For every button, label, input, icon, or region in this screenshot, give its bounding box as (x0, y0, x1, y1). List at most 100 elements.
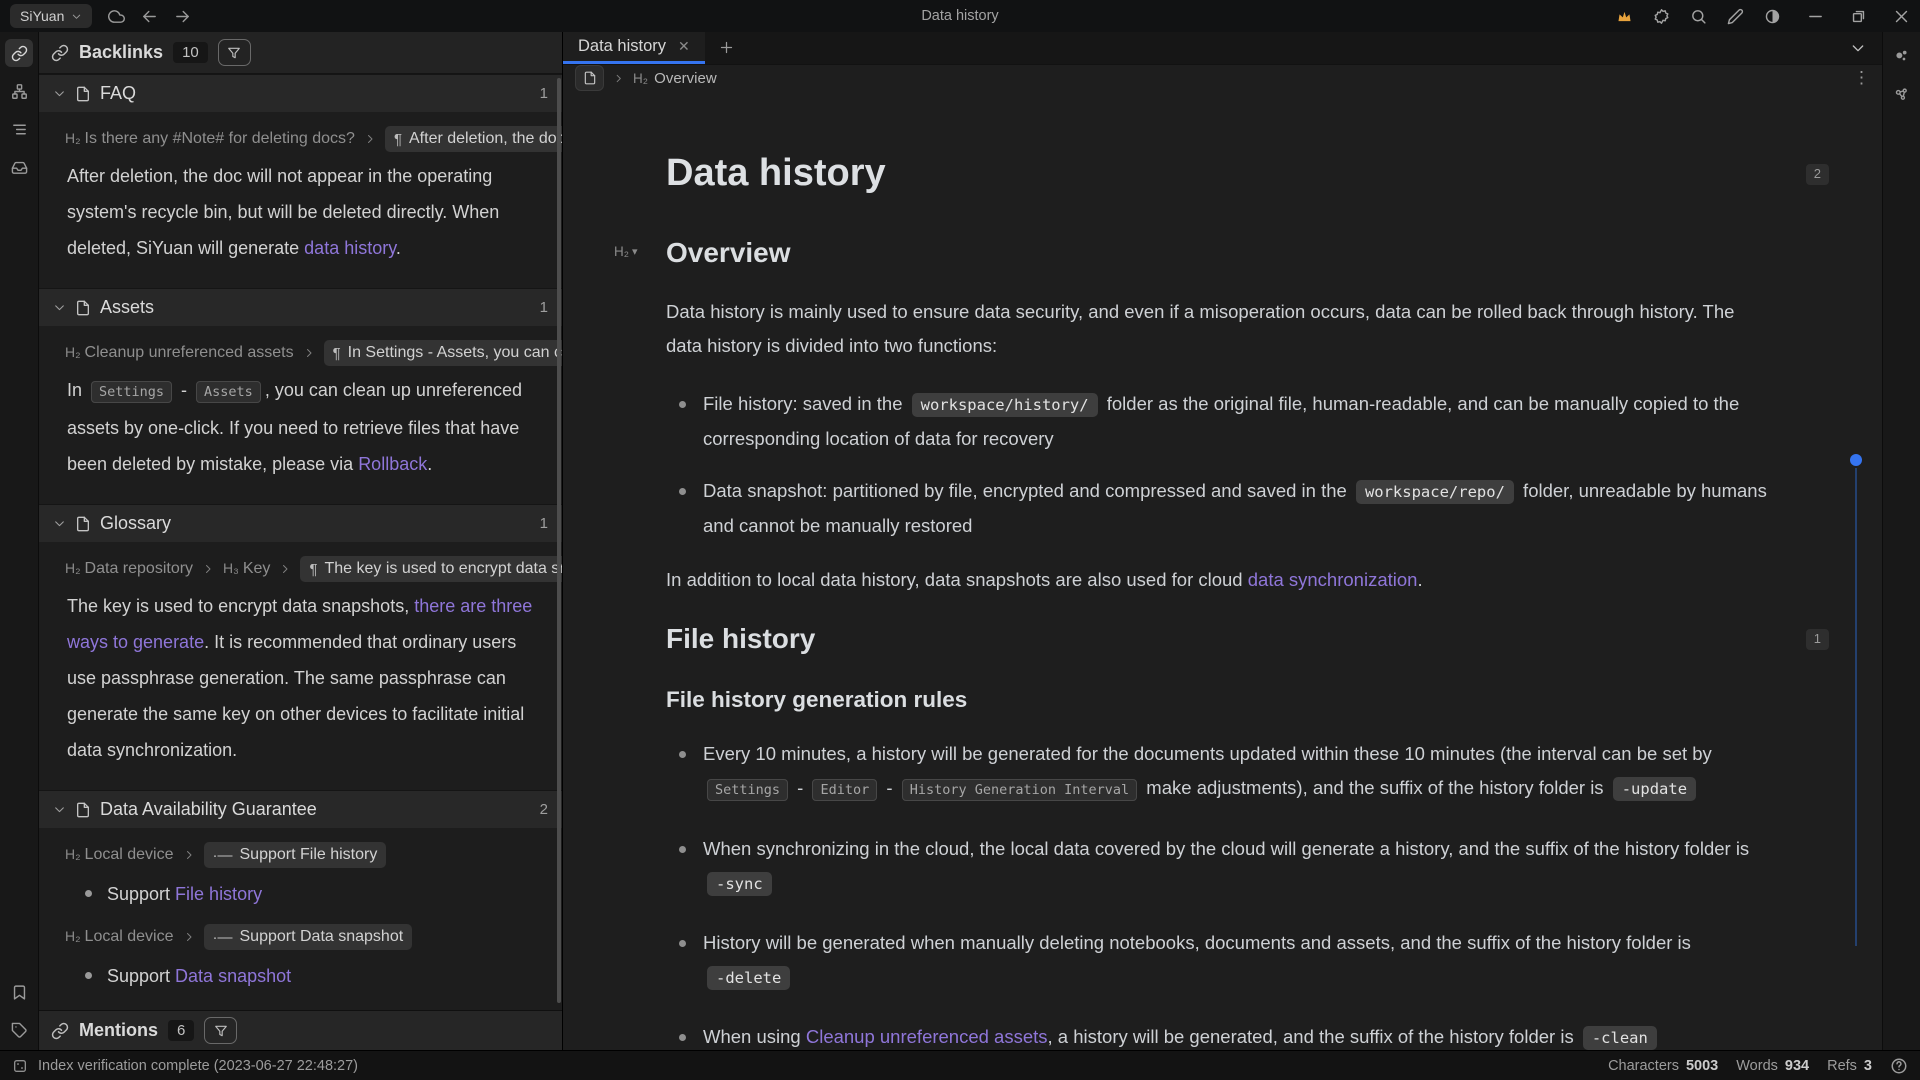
backlink-count-badge[interactable]: 1 (1806, 629, 1829, 650)
breadcrumb-chip[interactable]: ¶The key is used to encrypt data sna (300, 556, 562, 582)
backlink-breadcrumb[interactable]: H₂Cleanup unreferenced assets ¶In Setting… (39, 340, 562, 366)
file-icon (75, 86, 91, 102)
breadcrumb-heading[interactable]: H₂Data repository (65, 560, 193, 578)
backlink-paragraph[interactable]: In Settings - Assets, you can clean up u… (39, 372, 562, 482)
chevron-down-icon[interactable] (53, 803, 66, 816)
app-menu-button[interactable]: SiYuan (10, 4, 92, 28)
tab-close-icon[interactable]: ✕ (678, 38, 690, 55)
backlink-section-header[interactable]: Data Availability Guarantee2 (39, 790, 562, 828)
doc-content: Data history2 H₂▾Overview Data history is … (666, 152, 1771, 1050)
filter-button[interactable] (218, 39, 251, 66)
breadcrumb-chip[interactable]: ·—Support Data snapshot (204, 924, 413, 950)
dock-outline[interactable] (5, 115, 33, 143)
index-status-icon (12, 1058, 28, 1074)
backlink-breadcrumb[interactable]: H₂Local device ·—Support File history (39, 842, 562, 868)
backlink-breadcrumb[interactable]: H₂Is there any #Note# for deleting docs?… (39, 126, 562, 152)
doc-list-item[interactable]: Every 10 minutes, a history will be gene… (666, 737, 1771, 807)
scroll-indicator[interactable] (1850, 454, 1862, 946)
backlink-breadcrumb[interactable]: H₂Local device ·—Support Data snapshot (39, 924, 562, 950)
mentions-count: 6 (168, 1020, 194, 1041)
backlink-section-header[interactable]: FAQ1 (39, 74, 562, 112)
breadcrumb-heading[interactable]: H₃Key (223, 560, 270, 578)
ref-link[interactable]: Cleanup unreferenced assets (806, 1026, 1048, 1047)
breadcrumb-chip[interactable]: ¶In Settings - Assets, you can clea (324, 340, 562, 366)
doc-list-item[interactable]: File history: saved in the workspace/his… (666, 387, 1771, 456)
breadcrumb-heading[interactable]: H₂Is there any #Note# for deleting docs? (65, 130, 355, 148)
chevron-down-icon (1850, 40, 1866, 56)
ref-link[interactable]: there are three ways to generate (67, 596, 532, 652)
forward-icon[interactable] (174, 8, 191, 25)
backlink-paragraph[interactable]: The key is used to encrypt data snapshot… (39, 588, 562, 768)
backlink-paragraph[interactable]: After deletion, the doc will not appear … (39, 158, 562, 266)
dock-graph[interactable] (5, 77, 33, 105)
dock-graph-cluster[interactable] (1888, 80, 1916, 108)
kbd-chip: Editor (812, 779, 877, 801)
doc-heading[interactable]: Data history2 (666, 152, 1771, 195)
left-dock (0, 32, 39, 1050)
ref-link[interactable]: Rollback (358, 454, 427, 474)
more-icon[interactable]: ⋮ (1853, 68, 1870, 88)
doc-heading[interactable]: H₂▾Overview (666, 237, 1771, 269)
mentions-filter-button[interactable] (204, 1017, 237, 1044)
appearance-icon[interactable] (1764, 8, 1781, 25)
bullet-icon (85, 972, 92, 979)
list-item-icon: ·— (213, 847, 233, 864)
breadcrumb-heading[interactable]: H₂Local device (65, 928, 174, 946)
doc-paragraph[interactable]: Data history is mainly used to ensure da… (666, 295, 1771, 363)
backlink-list-item[interactable]: Support File history (39, 878, 562, 910)
dock-tag[interactable] (5, 1016, 33, 1044)
close-icon[interactable] (1893, 8, 1910, 25)
ref-link[interactable]: data history (304, 238, 396, 258)
marketplace-icon[interactable] (1653, 8, 1670, 25)
dock-inbox[interactable] (5, 153, 33, 181)
chevron-down-icon[interactable] (53, 517, 66, 530)
doc-list-item[interactable]: History will be generated when manually … (666, 926, 1771, 995)
help-icon[interactable] (1890, 1057, 1908, 1075)
mentions-bar[interactable]: Mentions 6 (39, 1010, 562, 1050)
cloud-sync-icon[interactable] (108, 8, 125, 25)
doc-list-item[interactable]: When synchronizing in the cloud, the loc… (666, 832, 1771, 901)
breadcrumb-heading[interactable]: H₂Cleanup unreferenced assets (65, 344, 294, 362)
doc-paragraph[interactable]: In addition to local data history, data … (666, 563, 1771, 597)
list-item-icon: ·— (213, 929, 233, 946)
backlinks-icon (51, 44, 69, 62)
chevron-down-icon[interactable] (53, 87, 66, 100)
editor[interactable]: Data history2 H₂▾Overview Data history is … (563, 92, 1882, 1050)
breadcrumb-heading[interactable]: H₂Local device (65, 846, 174, 864)
backlink-section-header[interactable]: Glossary1 (39, 504, 562, 542)
minimize-icon[interactable] (1807, 8, 1824, 25)
backlink-list-item[interactable]: Support Data snapshot (39, 960, 562, 992)
dock-backlink-dots[interactable] (1888, 42, 1916, 70)
breadcrumb-chip[interactable]: ¶After deletion, the doc (385, 126, 562, 152)
doc-list-item[interactable]: Data snapshot: partitioned by file, encr… (666, 474, 1771, 543)
backlink-section-header[interactable]: Assets1 (39, 288, 562, 326)
breadcrumb-chip[interactable]: ·—Support File history (204, 842, 387, 868)
doc-list-item[interactable]: When using Cleanup unreferenced assets, … (666, 1020, 1771, 1050)
doc-heading[interactable]: File history1 (666, 623, 1771, 655)
edit-mode-icon[interactable] (1727, 8, 1744, 25)
chevron-right-icon (183, 849, 195, 861)
panel-scrollbar[interactable] (557, 78, 561, 1003)
chevron-down-icon[interactable] (53, 301, 66, 314)
backlinks-icon (11, 45, 28, 62)
ref-link[interactable]: File history (175, 884, 262, 904)
search-icon[interactable] (1690, 8, 1707, 25)
ref-link[interactable]: Data snapshot (175, 966, 291, 986)
backlink-count-badge[interactable]: 2 (1806, 164, 1829, 185)
dock-backlinks[interactable] (5, 39, 33, 67)
back-icon[interactable] (141, 8, 158, 25)
document-icon-button[interactable] (575, 65, 604, 91)
tab-list-button[interactable] (1850, 32, 1882, 64)
breadcrumb-item-overview[interactable]: H₂ Overview (633, 70, 717, 87)
doc-heading[interactable]: File history generation rules (666, 687, 1771, 713)
dock-bookmark[interactable] (5, 978, 33, 1006)
membership-crown-icon[interactable] (1616, 8, 1633, 25)
section-title: Assets (100, 297, 154, 318)
new-tab-button[interactable] (705, 32, 749, 64)
ref-link[interactable]: data synchronization (1248, 569, 1418, 590)
maximize-restore-icon[interactable] (1850, 8, 1867, 25)
heading-gutter[interactable]: H₂▾ (614, 244, 638, 259)
tab-data-history[interactable]: Data history ✕ (563, 32, 705, 64)
backlink-breadcrumb[interactable]: H₂Data repository H₃Key ¶The key is used t… (39, 556, 562, 582)
scroll-dot-icon[interactable] (1850, 454, 1862, 466)
